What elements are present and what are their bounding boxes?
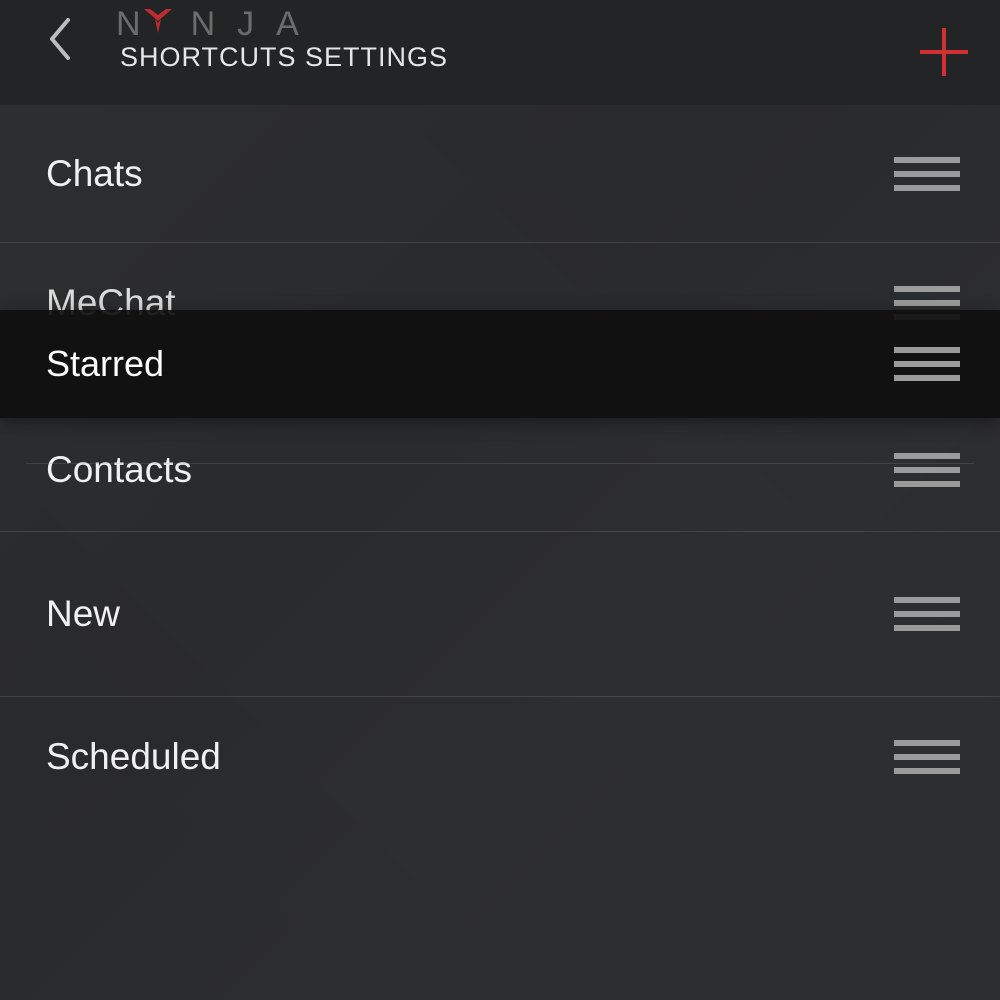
shortcuts-list: Chats MeChat Contacts New Scheduled Star…: [0, 105, 1000, 817]
drag-handle-icon[interactable]: [894, 347, 960, 381]
list-item-label: Contacts: [46, 449, 192, 491]
list-item-label: New: [46, 593, 120, 635]
list-item-label: Starred: [46, 343, 164, 385]
list-item[interactable]: Chats: [0, 105, 1000, 243]
plus-icon: [916, 24, 972, 80]
divider: [26, 463, 974, 464]
list-item-dragging[interactable]: Starred: [0, 310, 1000, 418]
back-button[interactable]: [42, 16, 78, 62]
brand-letter: A: [276, 5, 321, 44]
brand-mark-icon: [141, 5, 191, 44]
list-item-label: Chats: [46, 153, 143, 195]
page-subtitle: SHORTCUTS SETTINGS: [120, 42, 448, 73]
add-button[interactable]: [916, 24, 972, 80]
brand-letter: N: [191, 5, 238, 44]
brand-logo-text: N N J A: [116, 4, 448, 44]
list-item-label: Scheduled: [46, 736, 221, 778]
chevron-left-icon: [48, 18, 72, 60]
drag-handle-icon[interactable]: [894, 740, 960, 774]
header: N N J A SHORTCUTS SETTINGS: [0, 0, 1000, 105]
brand-letter: J: [237, 5, 276, 44]
drag-handle-icon[interactable]: [894, 157, 960, 191]
list-item[interactable]: New: [0, 532, 1000, 697]
drag-handle-icon[interactable]: [894, 597, 960, 631]
title-block: N N J A SHORTCUTS SETTINGS: [116, 0, 448, 73]
list-item[interactable]: Scheduled: [0, 697, 1000, 817]
drag-handle-icon[interactable]: [894, 453, 960, 487]
